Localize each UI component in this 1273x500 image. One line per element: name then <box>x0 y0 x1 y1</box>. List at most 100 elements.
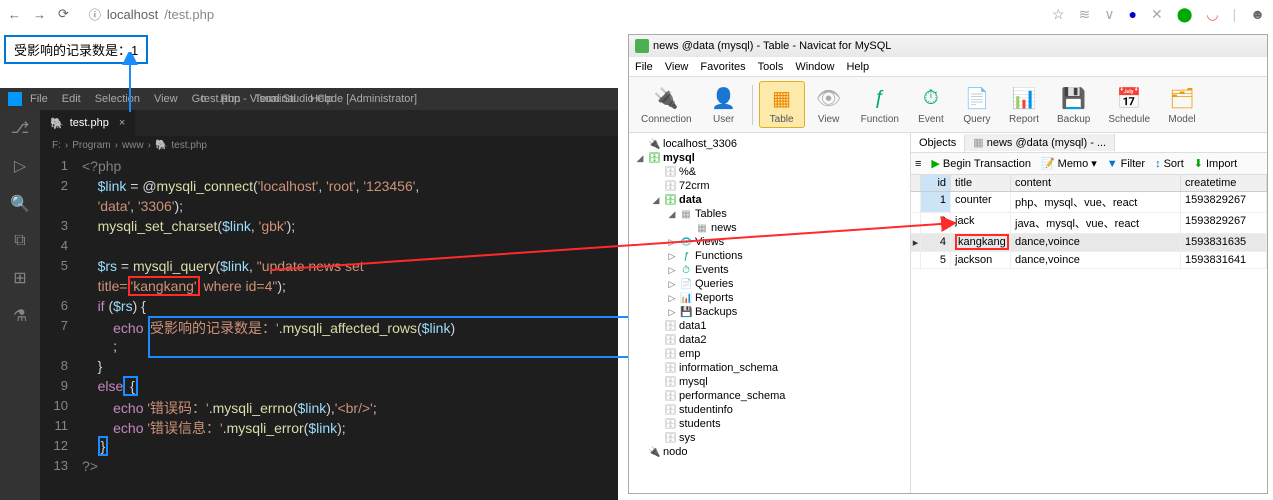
object-tabs: Objects ▦ news @data (mysql) - ... <box>911 133 1267 153</box>
tool-report[interactable]: 📊Report <box>1001 82 1047 127</box>
filter-button[interactable]: ▼Filter <box>1107 158 1145 170</box>
menu-view[interactable]: View <box>665 61 689 73</box>
ext-icon[interactable]: ✕ <box>1151 6 1163 23</box>
menu-tools[interactable]: Tools <box>758 61 784 73</box>
source-control-icon[interactable]: ⎇ <box>11 118 29 138</box>
sort-button[interactable]: ↕Sort <box>1155 158 1184 170</box>
begin-transaction-button[interactable]: ▶Begin Transaction <box>931 157 1031 170</box>
table-header: id title content createtime <box>911 175 1267 192</box>
main-area: Objects ▦ news @data (mysql) - ... ≡ ▶Be… <box>911 133 1267 493</box>
import-button[interactable]: ⬇Import <box>1194 157 1237 170</box>
tree-connection: 🔌nodo <box>629 445 910 459</box>
tree-db: 🗄emp <box>629 347 910 361</box>
tree-db: 🗄students <box>629 417 910 431</box>
tree-events: ▷⏱Events <box>629 263 910 277</box>
table-row-selected[interactable]: ▸ 4 kangkang dance,voince 1593831635 <box>911 234 1267 252</box>
code-editor[interactable]: 1<?php 2 $link = @mysqli_connect('localh… <box>40 154 618 482</box>
col-createtime[interactable]: createtime <box>1181 175 1267 191</box>
tool-event[interactable]: ⏱Event <box>909 82 953 127</box>
col-content[interactable]: content <box>1011 175 1181 191</box>
data-table[interactable]: id title content createtime 1 counter ph… <box>911 175 1267 269</box>
editor-area: 🐘 test.php × F:› Program› www› 🐘 test.ph… <box>40 110 618 500</box>
tool-connection[interactable]: 🔌Connection <box>633 82 700 127</box>
navicat-window: news @data (mysql) - Table - Navicat for… <box>628 34 1268 494</box>
menu-view[interactable]: View <box>154 93 178 105</box>
tree-connection: 🔌localhost_3306 <box>629 137 910 151</box>
star-icon[interactable]: ☆ <box>1052 6 1065 23</box>
ext-icon[interactable]: ∨ <box>1104 6 1114 23</box>
tree-connection: ◢🗄mysql <box>629 151 910 165</box>
extensions-icon[interactable]: ⧉ <box>14 232 25 250</box>
table-row[interactable]: 5 jackson dance,voince 1593831641 <box>911 252 1267 269</box>
tree-backups: ▷💾Backups <box>629 305 910 319</box>
back-button[interactable]: ← <box>8 7 21 22</box>
browser-toolbar: ← → ⟳ ⓘ localhost/test.php ☆ ≋ ∨ ● ✕ ⬤ ◡… <box>0 0 1273 28</box>
info-icon: ⓘ <box>89 6 101 23</box>
menu-window[interactable]: Window <box>795 61 834 73</box>
page-output-text: 受影响的记录数是：1 <box>14 43 138 58</box>
menu-file[interactable]: File <box>30 93 48 105</box>
ext-icon[interactable]: ⬤ <box>1177 6 1193 23</box>
tree-db: 🗄performance_schema <box>629 389 910 403</box>
tool-function[interactable]: ƒFunction <box>853 82 907 127</box>
navicat-title: news @data (mysql) - Table - Navicat for… <box>653 40 891 52</box>
address-bar[interactable]: ⓘ localhost/test.php <box>89 6 214 23</box>
php-file-icon: 🐘 <box>50 117 64 130</box>
highlight-kangkang-cell: kangkang <box>955 234 1009 250</box>
tree-queries: ▷📄Queries <box>629 277 910 291</box>
col-title[interactable]: title <box>951 175 1011 191</box>
memo-button[interactable]: 📝Memo ▾ <box>1041 157 1097 170</box>
run-icon[interactable]: ▷ <box>14 156 26 176</box>
divider: | <box>1233 6 1237 22</box>
tree-views: ▷👁Views <box>629 235 910 249</box>
col-id[interactable]: id <box>921 175 951 191</box>
menu-selection[interactable]: Selection <box>95 93 140 105</box>
profile-icon[interactable]: ☻ <box>1250 6 1265 22</box>
tab-label: test.php <box>70 117 109 129</box>
beaker-icon[interactable]: ⚗ <box>13 306 27 326</box>
ext-icon[interactable]: ≋ <box>1079 6 1091 23</box>
navicat-titlebar: news @data (mysql) - Table - Navicat for… <box>629 35 1267 57</box>
breadcrumb[interactable]: F:› Program› www› 🐘 test.php <box>40 136 618 154</box>
vscode-window: File Edit Selection View Go Run Terminal… <box>0 88 618 500</box>
url-path: /test.php <box>164 7 214 22</box>
tree-db: ◢🗄data <box>629 193 910 207</box>
tool-table[interactable]: ▦Table <box>759 81 805 128</box>
tab-news[interactable]: ▦ news @data (mysql) - ... <box>965 134 1115 151</box>
tool-backup[interactable]: 💾Backup <box>1049 82 1098 127</box>
navicat-toolbar: 🔌Connection 👤User ▦Table 👁View ƒFunction… <box>629 77 1267 133</box>
forward-button[interactable]: → <box>33 7 46 22</box>
close-icon[interactable]: × <box>119 117 125 129</box>
menu-help[interactable]: Help <box>846 61 869 73</box>
search-icon[interactable]: 🔍 <box>10 194 30 214</box>
tool-query[interactable]: 📄Query <box>955 82 999 127</box>
tool-user[interactable]: 👤User <box>702 82 746 127</box>
tree-tables: ◢▦Tables <box>629 207 910 221</box>
menu-edit[interactable]: Edit <box>62 93 81 105</box>
vscode-window-title: test.php - Visual Studio Code [Administr… <box>201 93 417 105</box>
menu-favorites[interactable]: Favorites <box>700 61 745 73</box>
ext-icon[interactable]: ● <box>1129 6 1137 22</box>
tool-view[interactable]: 👁View <box>807 82 851 127</box>
row-pointer-icon: ▸ <box>911 234 921 251</box>
tab-objects[interactable]: Objects <box>911 135 965 152</box>
table-row[interactable]: 2 jack java、mysql、vue、react 1593829267 <box>911 213 1267 234</box>
tool-schedule[interactable]: 📅Schedule <box>1100 82 1158 127</box>
table-row[interactable]: 1 counter php、mysql、vue、react 1593829267 <box>911 192 1267 213</box>
tool-model[interactable]: 🗂Model <box>1160 82 1204 127</box>
reload-button[interactable]: ⟳ <box>58 6 69 22</box>
tree-db: 🗄studentinfo <box>629 403 910 417</box>
page-output-box: 受影响的记录数是：1 <box>4 35 148 64</box>
tree-db: 🗄72crm <box>629 179 910 193</box>
tree-functions: ▷ƒFunctions <box>629 249 910 263</box>
activity-bar: ⎇ ▷ 🔍 ⧉ ⊞ ⚗ <box>0 110 40 500</box>
test-icon[interactable]: ⊞ <box>13 268 26 288</box>
menu-file[interactable]: File <box>635 61 653 73</box>
tree-db: 🗄mysql <box>629 375 910 389</box>
menu-icon[interactable]: ≡ <box>915 158 921 170</box>
tab-test-php[interactable]: 🐘 test.php × <box>40 110 135 136</box>
tree-db: 🗄sys <box>629 431 910 445</box>
browser-extensions: ☆ ≋ ∨ ● ✕ ⬤ ◡ | ☻ <box>1052 6 1265 23</box>
connection-tree[interactable]: 🔌localhost_3306 ◢🗄mysql 🗄%& 🗄72crm ◢🗄dat… <box>629 133 911 493</box>
ext-icon[interactable]: ◡ <box>1206 6 1218 23</box>
